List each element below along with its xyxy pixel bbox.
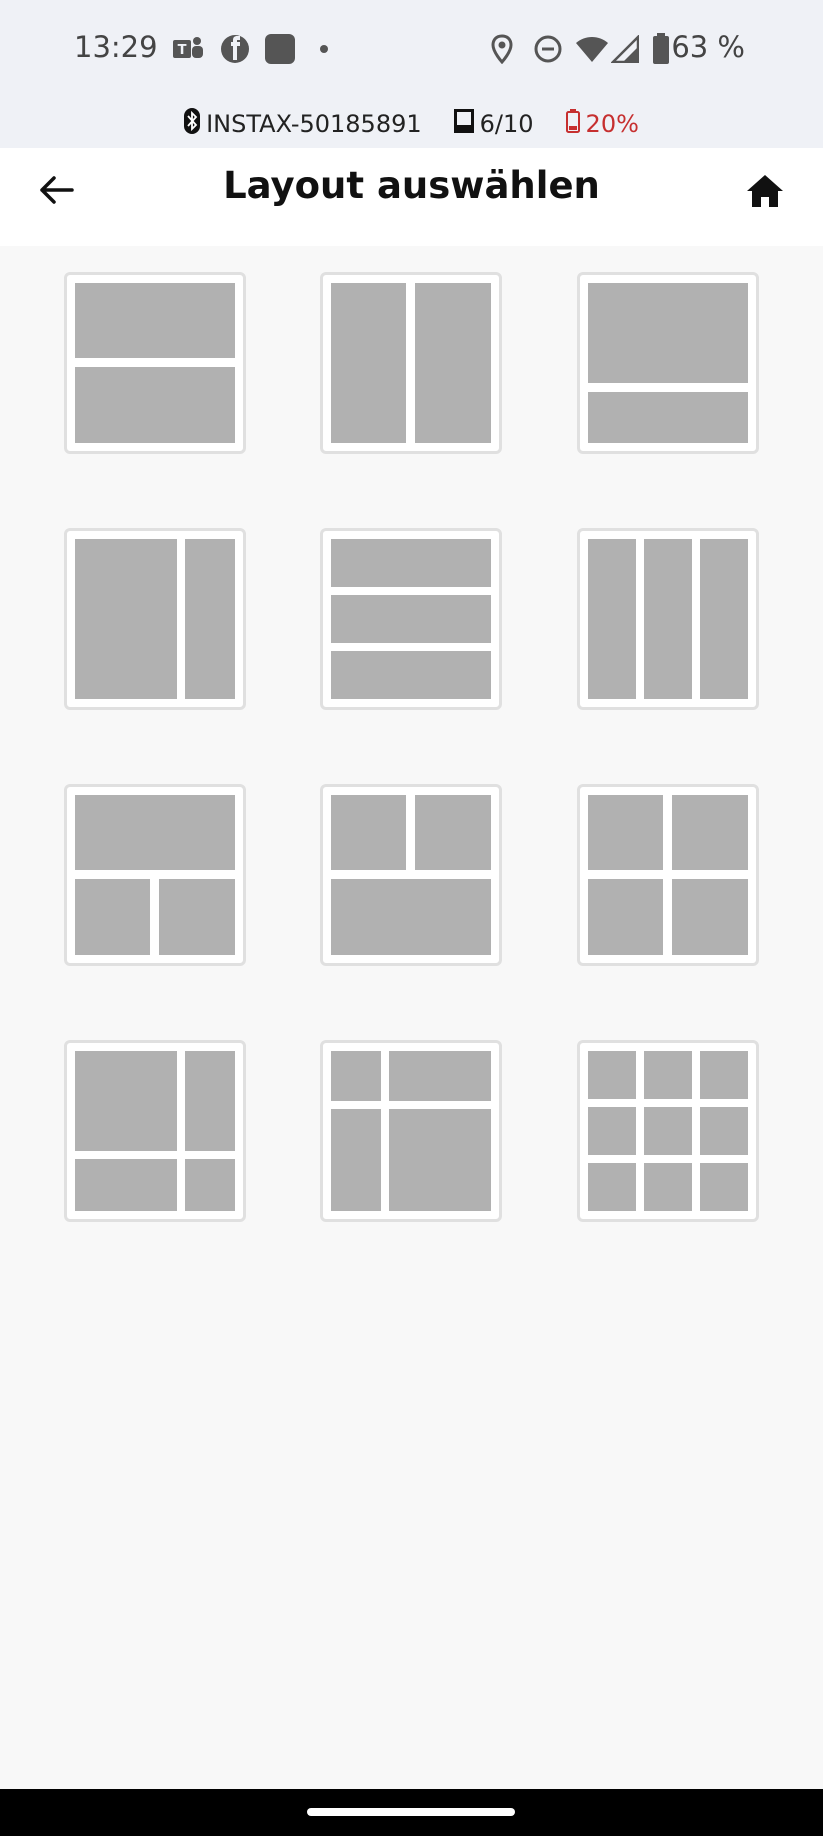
layout-cell [331, 879, 491, 955]
layout-cell [75, 367, 235, 443]
layout-option-2-top-1-bottom[interactable] [320, 784, 502, 966]
layout-cell [185, 539, 235, 699]
film-counter: 6/10 [453, 109, 534, 139]
wifi-icon [574, 32, 610, 66]
location-icon [488, 32, 516, 66]
layout-option-3-horizontal[interactable] [320, 528, 502, 710]
film-icon [453, 109, 474, 139]
layout-cell [331, 1109, 381, 1211]
layout-cell [415, 795, 491, 870]
home-icon[interactable] [740, 166, 790, 216]
layout-cell [588, 283, 748, 383]
signal-icon [610, 32, 640, 66]
layout-cell [700, 1163, 748, 1211]
layout-option-2-horizontal[interactable] [64, 272, 246, 454]
layout-option-3x3-grid[interactable] [577, 1040, 759, 1222]
battery-icon [650, 32, 672, 66]
layout-cell [644, 1107, 692, 1155]
layout-cell [588, 539, 636, 699]
layout-cell [700, 1107, 748, 1155]
layout-option-2-vertical[interactable] [320, 272, 502, 454]
layout-cell [588, 1051, 636, 1099]
app-header: Layout auswählen [0, 148, 823, 246]
layout-cell [644, 1051, 692, 1099]
status-bar: 13:29 T 63 % [0, 0, 823, 100]
facebook-icon [218, 32, 252, 66]
layout-cell [588, 1107, 636, 1155]
printer-status-bar: INSTAX-50185891 6/10 20% [0, 100, 823, 148]
layout-cell [75, 283, 235, 358]
page-title: Layout auswählen [223, 164, 600, 207]
do-not-disturb-icon [533, 32, 563, 66]
printer-battery-level: 20% [585, 110, 639, 138]
layout-cell [75, 879, 150, 955]
layout-cell [75, 795, 235, 870]
layout-cell [415, 283, 491, 443]
battery-percent: 63 % [671, 30, 745, 64]
dot-icon [316, 32, 332, 66]
system-navigation-bar [0, 1789, 823, 1836]
printer-battery: 20% [565, 109, 639, 139]
home-gesture-handle[interactable] [307, 1808, 515, 1816]
app-icon [264, 32, 296, 66]
layout-cell [75, 1159, 177, 1211]
layout-cell [389, 1051, 491, 1101]
layout-cell [700, 1051, 748, 1099]
status-time: 13:29 [74, 30, 158, 64]
printer-connection: INSTAX-50185891 [184, 108, 422, 140]
layout-option-4-asymmetric-b[interactable] [320, 1040, 502, 1222]
layout-cell [588, 1163, 636, 1211]
layout-cell [75, 539, 177, 699]
layout-cell [672, 879, 748, 955]
layout-option-large-left-narrow-right[interactable] [64, 528, 246, 710]
layout-option-2x2-grid[interactable] [577, 784, 759, 966]
layout-cell [75, 1051, 177, 1151]
layout-cell [331, 283, 406, 443]
low-battery-icon [565, 109, 580, 139]
layout-option-large-top-small-bottom[interactable] [577, 272, 759, 454]
printer-name: INSTAX-50185891 [206, 110, 422, 138]
layout-cell [331, 595, 491, 643]
layout-cell [331, 1051, 381, 1101]
layout-cell [588, 879, 663, 955]
layout-option-1-top-2-bottom[interactable] [64, 784, 246, 966]
layout-cell [672, 795, 748, 870]
layout-cell [588, 392, 748, 443]
layout-cell [644, 539, 692, 699]
bluetooth-icon [184, 108, 201, 140]
layout-cell [331, 795, 406, 870]
layout-cell [331, 651, 491, 699]
layout-cell [331, 539, 491, 587]
layout-cell [644, 1163, 692, 1211]
layout-cell [389, 1109, 491, 1211]
layout-cell [185, 1159, 235, 1211]
layout-cell [185, 1051, 235, 1151]
layout-option-4-asymmetric-a[interactable] [64, 1040, 246, 1222]
layout-cell [700, 539, 748, 699]
layout-cell [588, 795, 663, 870]
teams-icon: T [170, 32, 206, 66]
layout-option-3-vertical[interactable] [577, 528, 759, 710]
layout-cell [159, 879, 235, 955]
film-count: 6/10 [479, 110, 534, 138]
svg-text:T: T [178, 43, 187, 58]
